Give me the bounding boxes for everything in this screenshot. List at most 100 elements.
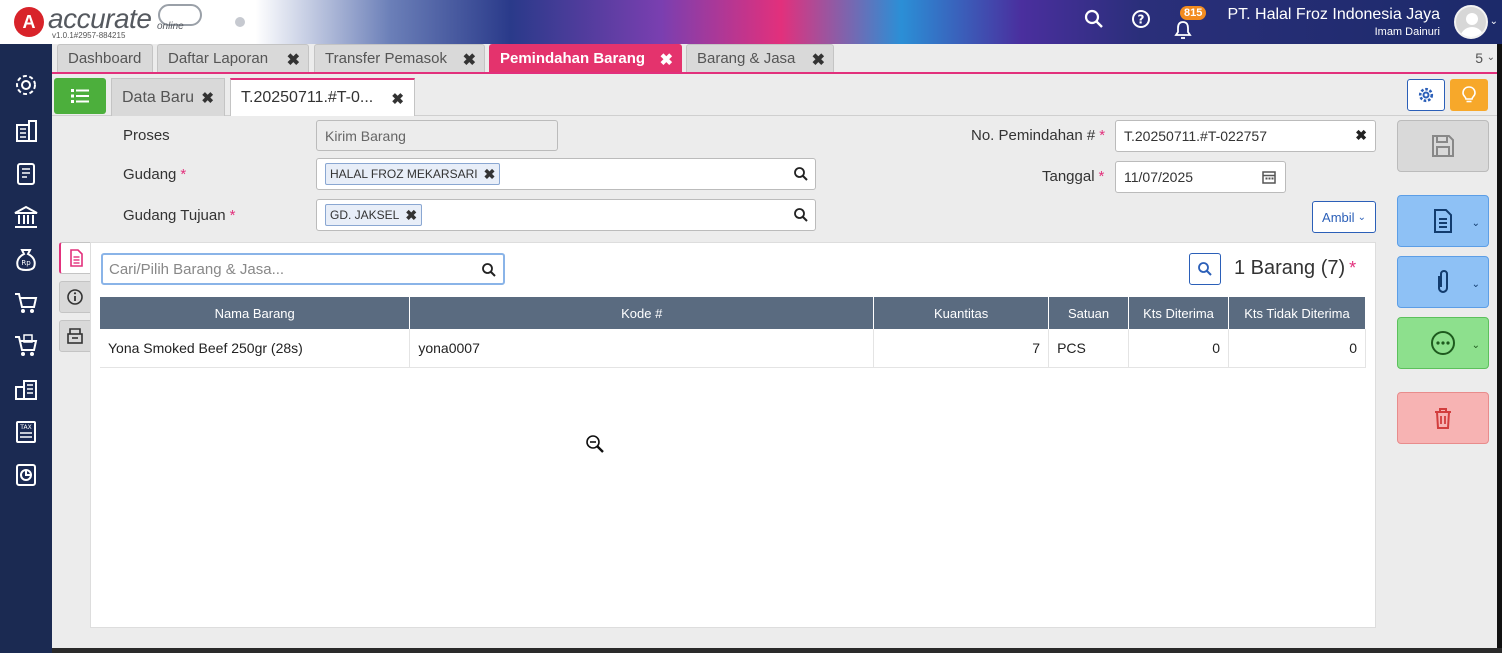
avatar[interactable] (1454, 5, 1488, 39)
tax-report-icon[interactable]: TAX (12, 418, 40, 446)
tab-dashboard[interactable]: Dashboard (57, 44, 153, 72)
bank-icon[interactable] (12, 203, 40, 231)
tab-pemindahan-barang[interactable]: Pemindahan Barang ✖ (489, 44, 682, 72)
gudang-tujuan-field[interactable]: GD. JAKSEL ✖ (316, 199, 816, 231)
close-icon[interactable]: ✖ (201, 89, 214, 107)
tab-count[interactable]: 5 (1475, 50, 1483, 66)
tab-info[interactable] (59, 281, 91, 313)
column-header[interactable]: Kts Tidak Diterima (1228, 297, 1366, 329)
tab-daftar-laporan[interactable]: Daftar Laporan ✖ (157, 44, 309, 72)
proses-value: Kirim Barang (325, 127, 406, 144)
close-icon[interactable]: ✖ (463, 50, 476, 70)
tanggal-field[interactable]: 11/07/2025 (1115, 161, 1286, 193)
tips-button[interactable] (1450, 79, 1488, 111)
building-icon[interactable] (12, 117, 40, 145)
detail-panel: Cari/Pilih Barang & Jasa... 1 Barang (7)… (90, 242, 1376, 628)
no-pemindahan-field[interactable]: T.20250711.#T-022757 ✖ (1115, 120, 1376, 152)
list-icon (71, 89, 89, 103)
cell-satuan[interactable]: PCS (1048, 329, 1130, 368)
column-header[interactable]: Kts Diterima (1128, 297, 1229, 329)
gudang-tujuan-value: GD. JAKSEL (330, 208, 400, 222)
gudang-value: HALAL FROZ MEKARSARI (330, 167, 478, 181)
tab-transfer-pemasok[interactable]: Transfer Pemasok ✖ (314, 44, 485, 72)
zoom-out-cursor-icon (585, 434, 605, 454)
gudang-field[interactable]: HALAL FROZ MEKARSARI ✖ (316, 158, 816, 190)
search-icon[interactable] (481, 262, 497, 278)
clear-icon[interactable]: ✖ (1355, 127, 1367, 144)
search-button[interactable] (1189, 253, 1221, 285)
cart-icon[interactable] (12, 289, 40, 317)
tanggal-label: Tanggal * (1042, 168, 1105, 185)
subtab-transfer-doc[interactable]: T.20250711.#T-0... ✖ (230, 78, 415, 116)
search-icon[interactable] (793, 207, 809, 223)
warehouse-icon[interactable] (12, 375, 40, 403)
column-header[interactable]: Satuan (1048, 297, 1130, 329)
items-table: Nama Barang Kode # Kuantitas Satuan Kts … (100, 297, 1366, 368)
logo-text: accurate (48, 3, 152, 34)
cell-kuantitas[interactable]: 7 (873, 329, 1050, 368)
lightbulb-icon (1462, 86, 1476, 103)
bell-icon[interactable] (1174, 20, 1192, 45)
calendar-icon[interactable] (1261, 169, 1277, 185)
attachment-button[interactable]: ⌄ (1397, 256, 1489, 308)
tab-label: Transfer Pemasok (325, 50, 447, 67)
window-edge (1497, 44, 1502, 648)
more-icon (1431, 331, 1455, 355)
no-pemindahan-value: T.20250711.#T-022757 (1124, 128, 1267, 144)
status-dot (235, 17, 245, 27)
archive-icon (67, 328, 83, 344)
ledger-icon[interactable] (12, 160, 40, 188)
item-search-input[interactable]: Cari/Pilih Barang & Jasa... (101, 253, 505, 285)
chevron-down-icon: ⌄ (1471, 340, 1480, 351)
document-actions-button[interactable]: ⌄ (1397, 195, 1489, 247)
gudang-tujuan-chip: GD. JAKSEL ✖ (325, 204, 423, 226)
column-header[interactable]: Nama Barang (100, 297, 411, 329)
document-icon (1434, 209, 1452, 233)
company-name[interactable]: PT. Halal Froz Indonesia Jaya (1227, 6, 1440, 24)
table-header-row: Nama Barang Kode # Kuantitas Satuan Kts … (100, 297, 1366, 329)
table-row[interactable]: Yona Smoked Beef 250gr (28s) yona0007 7 … (100, 329, 1366, 368)
delete-button[interactable] (1397, 392, 1489, 444)
close-icon[interactable]: ✖ (391, 90, 404, 108)
logo-sub: online (157, 21, 184, 32)
cell-kts-tidak-diterima[interactable]: 0 (1228, 329, 1366, 368)
tab-detail-items[interactable] (59, 242, 91, 274)
settings-button[interactable] (1407, 79, 1445, 111)
chevron-down-icon: ⌄ (1471, 279, 1480, 290)
close-icon[interactable]: ✖ (484, 166, 496, 183)
purchase-cart-icon[interactable] (12, 332, 40, 360)
svg-text:TAX: TAX (19, 424, 31, 431)
subtab-data-baru[interactable]: Data Baru ✖ (111, 78, 225, 116)
close-icon[interactable]: ✖ (812, 50, 825, 70)
money-bag-icon[interactable]: Rp (12, 246, 40, 274)
close-icon[interactable]: ✖ (287, 50, 300, 70)
tab-label: Barang & Jasa (697, 50, 796, 67)
close-icon[interactable]: ✖ (660, 50, 673, 70)
close-icon[interactable]: ✖ (405, 207, 417, 224)
chevron-down-icon[interactable]: ⌄ (1490, 16, 1498, 27)
settings-icon[interactable] (12, 71, 40, 99)
proses-label: Proses (123, 127, 170, 144)
chevron-down-icon: ⌄ (1357, 211, 1366, 223)
sub-tab-bar: Data Baru ✖ T.20250711.#T-0... ✖ (52, 76, 1497, 116)
logo-mark-icon: A (14, 7, 44, 37)
cell-nama-barang[interactable]: Yona Smoked Beef 250gr (28s) (100, 329, 411, 368)
search-icon[interactable] (1084, 9, 1104, 34)
help-icon[interactable]: ? (1131, 9, 1151, 34)
column-header[interactable]: Kuantitas (873, 297, 1050, 329)
list-view-button[interactable] (54, 78, 106, 114)
column-header[interactable]: Kode # (409, 297, 875, 329)
ambil-button[interactable]: Ambil ⌄ (1312, 201, 1376, 233)
notification-badge[interactable]: 815 (1180, 6, 1207, 20)
report-chart-icon[interactable] (12, 461, 40, 489)
save-button[interactable] (1397, 120, 1489, 172)
cell-kts-diterima[interactable]: 0 (1128, 329, 1229, 368)
svg-text:?: ? (1138, 13, 1145, 27)
chevron-down-icon[interactable]: ⌄ (1487, 52, 1495, 63)
tab-barang-jasa[interactable]: Barang & Jasa ✖ (686, 44, 834, 72)
cell-kode[interactable]: yona0007 (409, 329, 875, 368)
tab-archive[interactable] (59, 320, 91, 352)
search-icon[interactable] (793, 166, 809, 182)
document-icon (69, 249, 83, 267)
more-actions-button[interactable]: ⌄ (1397, 317, 1489, 369)
